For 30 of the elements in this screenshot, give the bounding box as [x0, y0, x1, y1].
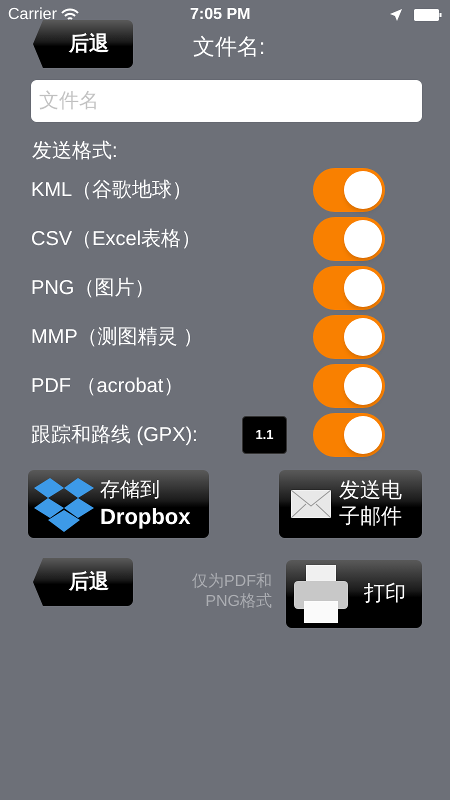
version-button[interactable]: 1.1: [242, 416, 287, 454]
toggle-switch[interactable]: [313, 217, 385, 261]
wifi-icon: [60, 8, 79, 22]
dropbox-button[interactable]: 存储到 Dropbox: [28, 470, 209, 538]
toggle-switch[interactable]: [313, 266, 385, 310]
location-arrow-icon: [390, 9, 402, 21]
format-label: KML（谷歌地球）: [31, 178, 192, 203]
toggle-switch[interactable]: [313, 413, 385, 457]
email-button[interactable]: 发送电 子邮件: [279, 470, 422, 538]
format-label: MMP（测图精灵 ）: [31, 325, 204, 350]
envelope-icon: [291, 490, 331, 518]
printer-icon: [294, 565, 348, 623]
back-button[interactable]: 后退: [33, 558, 133, 606]
format-label: CSV（Excel表格）: [31, 227, 202, 252]
screen-title: 文件名:: [193, 32, 266, 60]
toggle-switch[interactable]: [313, 315, 385, 359]
section-heading: 发送格式:: [32, 139, 119, 164]
print-note: 仅为PDF和 PNG格式: [192, 572, 272, 612]
format-label: 跟踪和路线 (GPX):: [31, 423, 198, 448]
filename-field[interactable]: 文件名: [31, 80, 422, 122]
toggle-switch[interactable]: [313, 168, 385, 212]
format-label: PNG（图片）: [31, 276, 154, 301]
back-button[interactable]: 后退: [33, 20, 133, 68]
email-label: 发送电 子邮件: [339, 478, 402, 530]
toggle-switch[interactable]: [313, 364, 385, 408]
dropbox-label: 存储到 Dropbox: [100, 478, 190, 530]
time-label: 7:05 PM: [190, 5, 250, 25]
print-button[interactable]: 打印: [286, 560, 422, 628]
format-label: PDF （acrobat）: [31, 374, 184, 399]
battery-icon: [414, 9, 442, 21]
